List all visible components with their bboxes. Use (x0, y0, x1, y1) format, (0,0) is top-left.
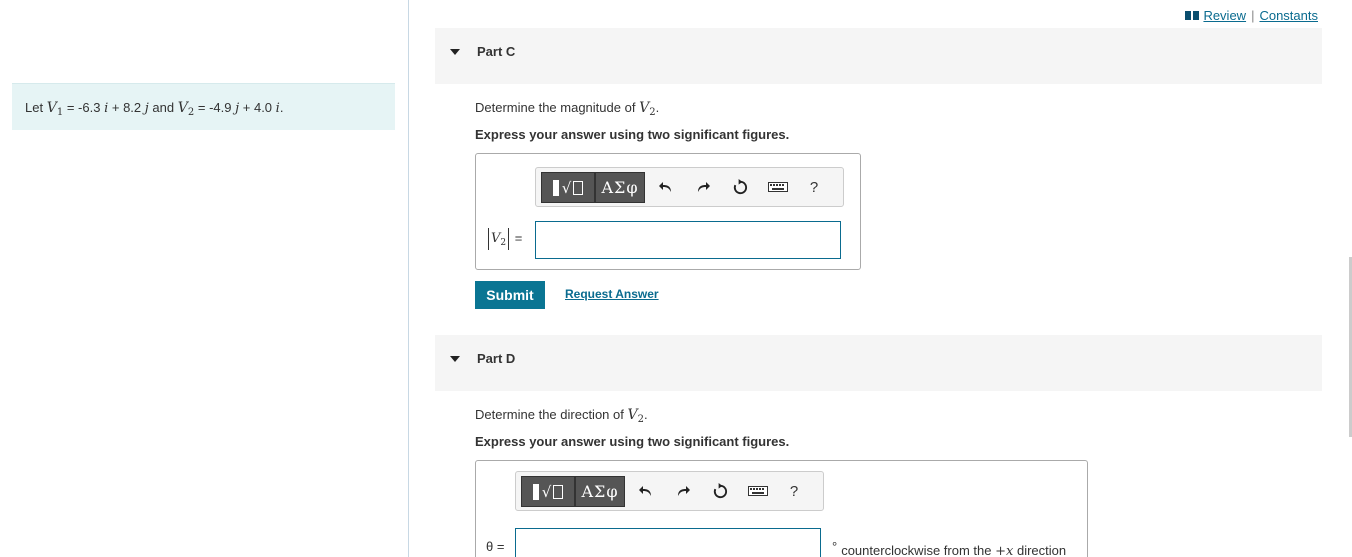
vector-v2-subscript: 2 (187, 107, 195, 118)
part-d-question-text: Determine the direction of (475, 407, 624, 422)
link-separator: | (1251, 8, 1255, 23)
problem-and: and (152, 100, 175, 115)
templates-block-icon (552, 179, 559, 196)
part-d-vector-letter: V (627, 407, 638, 423)
degree-symbol: ° (832, 539, 838, 554)
radical-icon-d: √ (541, 482, 552, 501)
unit-prefix: counterclockwise from the (841, 543, 992, 557)
part-d-math-toolbar: √ ΑΣφ ? (515, 471, 824, 511)
part-c-math-toolbar: √ ΑΣφ ? (535, 167, 844, 207)
submit-button[interactable]: Submit (475, 281, 545, 309)
problem-let: Let (25, 100, 44, 115)
vector-v1-letter: V (46, 100, 57, 116)
part-c-question: Determine the magnitude of V2. (475, 100, 659, 118)
abs-bar-left (488, 228, 489, 250)
part-c-answer-input[interactable] (535, 221, 841, 259)
problem-statement: Let V1 = -6.3 i + 8.2 j and V2 = -4.9 j … (12, 83, 395, 130)
unit-j-hat-2: j (235, 101, 240, 116)
radical-icon: √ (561, 178, 572, 197)
unit-suffix: direction (1016, 543, 1067, 557)
part-d-field-label: θ = (486, 539, 505, 554)
problem-pane: Let V1 = -6.3 i + 8.2 j and V2 = -4.9 j … (0, 0, 409, 557)
part-c-answer-box: √ ΑΣφ ? V2 = (475, 153, 861, 270)
greek-symbols-button-d[interactable]: ΑΣφ (575, 476, 625, 507)
part-c-question-period: . (655, 100, 660, 115)
part-c-vector: V2 (639, 100, 656, 118)
keyboard-icon-d[interactable] (747, 481, 769, 501)
help-icon-d[interactable]: ? (784, 481, 804, 501)
v1-x-component: = -6.3 (66, 100, 101, 115)
placeholder-box-icon (573, 180, 584, 195)
help-icon[interactable]: ? (804, 177, 824, 197)
vector-v1-subscript: 1 (56, 107, 64, 118)
templates-button-d[interactable]: √ (521, 476, 575, 507)
v1-y-component: + 8.2 (111, 100, 142, 115)
reset-icon-d[interactable] (710, 481, 730, 501)
field-vector-letter: V (491, 231, 501, 247)
templates-block-icon-d (532, 483, 539, 500)
part-c-header[interactable]: Part C (435, 28, 1322, 84)
field-vector-subscript: 2 (500, 238, 507, 249)
unit-i-hat: i (104, 101, 109, 116)
constants-link[interactable]: Constants (1259, 8, 1318, 23)
collapse-triangle-icon[interactable] (450, 49, 460, 55)
part-c-field-label: V2 = (486, 228, 522, 250)
undo-icon[interactable] (656, 177, 676, 197)
part-d-unit: ° counterclockwise from the +x direction (832, 539, 1066, 557)
v2-y-component: = -4.9 (197, 100, 232, 115)
part-d-title: Part D (477, 351, 516, 366)
book-icon (1185, 11, 1200, 20)
part-d-question: Determine the direction of V2. (475, 407, 648, 425)
request-answer-link[interactable]: Request Answer (565, 287, 659, 301)
undo-icon-d[interactable] (636, 481, 656, 501)
unit-axis: +x (995, 544, 1014, 557)
part-d-answer-box: √ ΑΣφ ? θ = ° counterclockwise from the +… (475, 460, 1088, 557)
field-vector: V2 (491, 231, 507, 249)
top-links: Review | Constants (1185, 8, 1318, 23)
part-d-vector: V2 (627, 407, 644, 425)
review-link[interactable]: Review (1203, 8, 1246, 23)
part-c-vector-letter: V (639, 100, 650, 116)
problem-period: . (279, 100, 284, 115)
placeholder-box-icon-d (553, 484, 564, 499)
vector-v2-letter: V (177, 100, 188, 116)
unit-j-hat: j (144, 101, 149, 116)
part-d-question-period: . (643, 407, 648, 422)
part-c-title: Part C (477, 44, 516, 59)
part-c-question-text: Determine the magnitude of (475, 100, 636, 115)
keyboard-icon[interactable] (767, 177, 789, 197)
vector-v1: V1 (46, 100, 64, 118)
part-d-answer-input[interactable] (515, 528, 821, 557)
redo-icon[interactable] (693, 177, 713, 197)
part-d-header[interactable]: Part D (435, 335, 1322, 391)
collapse-triangle-icon-d[interactable] (450, 356, 460, 362)
templates-button[interactable]: √ (541, 172, 595, 203)
greek-symbols-button[interactable]: ΑΣφ (595, 172, 645, 203)
part-c-instruction: Express your answer using two significan… (475, 127, 790, 142)
redo-icon-d[interactable] (673, 481, 693, 501)
abs-bar-right (508, 228, 510, 250)
field-equals: = (514, 230, 523, 246)
part-d-instruction: Express your answer using two significan… (475, 434, 790, 449)
v2-x-component: + 4.0 (242, 100, 273, 115)
vector-v2: V2 (177, 100, 195, 118)
reset-icon[interactable] (730, 177, 750, 197)
